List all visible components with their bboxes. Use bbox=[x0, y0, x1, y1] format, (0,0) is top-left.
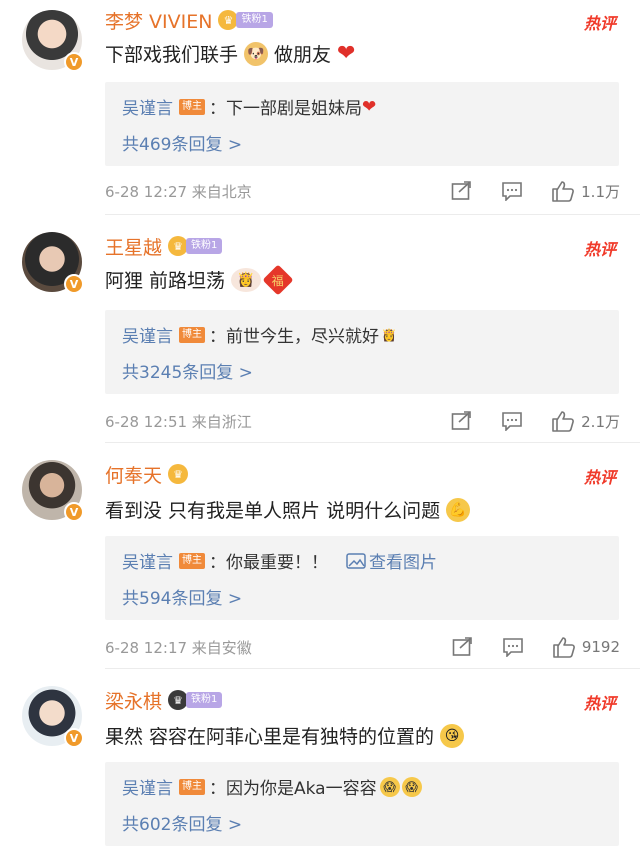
reply-count-link[interactable]: 共3245条回复 > bbox=[122, 358, 253, 383]
character-sticker-icon: 👸 bbox=[231, 267, 262, 292]
comment-card: V 何奉天 ♛ 热评 看到没 只有我是单人照片 说明什么问题 💪 吴谨言 博主 … bbox=[0, 460, 640, 670]
comment-card: V 李梦 VIVIEN ♛ 铁粉1 热评 下部戏我们联手 🐶 做朋友 ❤ 吴谨言… bbox=[0, 6, 640, 216]
reply-box[interactable]: 吴谨言 博主 ：你最重要！！ 查看图片 共594条回复 > bbox=[105, 536, 619, 620]
comment-button[interactable] bbox=[501, 181, 523, 201]
avatar[interactable]: V bbox=[22, 232, 84, 294]
fortune-sticker-icon: 福 bbox=[262, 263, 294, 296]
comment-icon bbox=[502, 412, 522, 431]
share-button[interactable] bbox=[451, 181, 473, 201]
comment-meta: 6-28 12:51 来自浙江 bbox=[105, 412, 252, 431]
blogger-badge: 博主 bbox=[179, 326, 205, 343]
reply-author[interactable]: 吴谨言 bbox=[122, 94, 173, 119]
reply-count-link[interactable]: 共469条回复 > bbox=[122, 130, 242, 155]
user-name[interactable]: 梁永棋 bbox=[105, 687, 162, 714]
reply-box[interactable]: 吴谨言 博主 ：因为你是Aka一容容 😱 😱 共602条回复 > bbox=[105, 762, 619, 846]
share-button[interactable] bbox=[451, 411, 473, 431]
share-icon bbox=[451, 411, 471, 430]
reply-author[interactable]: 吴谨言 bbox=[122, 548, 173, 573]
crown-icon: ♛ bbox=[168, 236, 189, 256]
hot-comment-badge: 热评 bbox=[584, 14, 617, 33]
v-badge-icon: V bbox=[64, 728, 84, 748]
avatar[interactable]: V bbox=[22, 460, 84, 522]
comment-button[interactable] bbox=[502, 637, 524, 657]
hot-comment-badge: 热评 bbox=[584, 694, 617, 713]
share-icon bbox=[452, 637, 472, 656]
reply-text: ：下一部剧是姐妹局 bbox=[209, 99, 362, 119]
like-count: 2.1万 bbox=[581, 412, 620, 431]
view-image-link[interactable]: 查看图片 bbox=[346, 548, 437, 573]
reply-box[interactable]: 吴谨言 博主 ：前世今生，尽兴就好 👸 共3245条回复 > bbox=[105, 310, 619, 394]
reply-author[interactable]: 吴谨言 bbox=[122, 774, 173, 799]
share-button[interactable] bbox=[452, 637, 474, 657]
crown-icon: ♛ bbox=[168, 464, 189, 484]
comment-text: 果然 容容在阿菲心里是有独特的位置的 😘 bbox=[105, 722, 465, 749]
heart-emoji-icon: ❤ bbox=[337, 41, 356, 66]
avatar[interactable]: V bbox=[22, 686, 84, 748]
reply-text: ：你最重要！！ bbox=[209, 553, 328, 573]
strong-emoji-icon: 💪 bbox=[446, 497, 471, 522]
like-count: 9192 bbox=[581, 638, 620, 656]
divider bbox=[105, 668, 640, 669]
hot-comment-badge: 热评 bbox=[584, 240, 617, 259]
comment-text: 看到没 只有我是单人照片 说明什么问题 💪 bbox=[105, 496, 471, 523]
blogger-badge: 博主 bbox=[179, 778, 205, 795]
comment-button[interactable] bbox=[501, 411, 523, 431]
reply-author[interactable]: 吴谨言 bbox=[122, 322, 173, 347]
shocked-emoji-icon: 😱 bbox=[401, 776, 422, 797]
reply-box[interactable]: 吴谨言 博主 ：下一部剧是姐妹局 ❤ 共469条回复 > bbox=[105, 82, 619, 166]
reply-count-link[interactable]: 共602条回复 > bbox=[122, 810, 242, 835]
user-name[interactable]: 何奉天 bbox=[105, 461, 162, 488]
fan-badge: 铁粉1 bbox=[186, 238, 223, 254]
character-sticker-icon: 👸 bbox=[381, 327, 397, 342]
user-name[interactable]: 王星越 bbox=[105, 233, 162, 260]
fan-badge: 铁粉1 bbox=[236, 12, 273, 28]
blogger-badge: 博主 bbox=[179, 98, 205, 115]
comment-icon bbox=[503, 638, 523, 657]
comment-card: V 王星越 ♛ 铁粉1 热评 阿狸 前路坦荡 👸 福 吴谨言 博主 ：前世今生，… bbox=[0, 232, 640, 442]
image-icon bbox=[346, 552, 366, 569]
crown-icon: ♛ bbox=[168, 690, 189, 710]
thumbs-up-icon bbox=[553, 637, 575, 658]
v-badge-icon: V bbox=[64, 274, 84, 294]
comment-text: 阿狸 前路坦荡 👸 福 bbox=[105, 263, 294, 296]
comment-meta: 6-28 12:17 来自安徽 bbox=[105, 638, 252, 657]
divider bbox=[105, 214, 640, 215]
kiss-emoji-icon: 😘 bbox=[440, 723, 465, 748]
blogger-badge: 博主 bbox=[179, 552, 205, 569]
reply-text: ：前世今生，尽兴就好 bbox=[209, 327, 379, 347]
like-button[interactable]: 1.1万 bbox=[551, 180, 620, 202]
share-icon bbox=[451, 181, 471, 200]
like-button[interactable]: 2.1万 bbox=[551, 410, 620, 432]
shocked-emoji-icon: 😱 bbox=[379, 776, 400, 797]
comment-meta: 6-28 12:27 来自北京 bbox=[105, 182, 252, 201]
hot-comment-badge: 热评 bbox=[584, 468, 617, 487]
divider bbox=[105, 442, 640, 443]
comment-icon bbox=[502, 182, 522, 201]
like-button[interactable]: 9192 bbox=[552, 636, 620, 658]
v-badge-icon: V bbox=[64, 502, 84, 522]
user-name[interactable]: 李梦 VIVIEN bbox=[105, 7, 212, 34]
comment-text: 下部戏我们联手 🐶 做朋友 ❤ bbox=[105, 41, 356, 66]
heart-emoji-icon: ❤ bbox=[362, 96, 377, 117]
like-count: 1.1万 bbox=[581, 182, 620, 201]
crown-icon: ♛ bbox=[218, 10, 239, 30]
thumbs-up-icon bbox=[552, 181, 575, 202]
reply-text: ：因为你是Aka一容容 bbox=[209, 779, 377, 799]
doge-emoji-icon: 🐶 bbox=[244, 41, 269, 66]
thumbs-up-icon bbox=[552, 411, 575, 432]
avatar[interactable]: V bbox=[22, 10, 84, 72]
v-badge-icon: V bbox=[64, 52, 84, 72]
fan-badge: 铁粉1 bbox=[186, 692, 223, 708]
reply-count-link[interactable]: 共594条回复 > bbox=[122, 584, 242, 609]
comment-card: V 梁永棋 ♛ 铁粉1 热评 果然 容容在阿菲心里是有独特的位置的 😘 吴谨言 … bbox=[0, 686, 640, 860]
